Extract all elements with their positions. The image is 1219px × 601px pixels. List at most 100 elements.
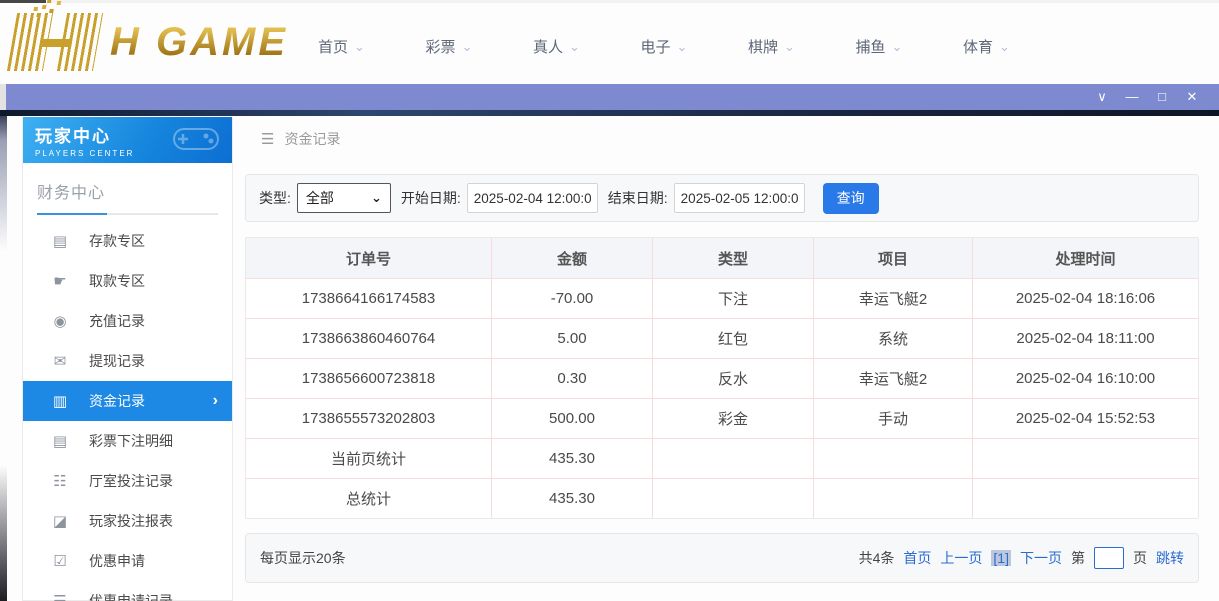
cell-order-no: 1738656600723818 (246, 359, 492, 398)
collapse-icon[interactable]: ∨ (1087, 84, 1117, 110)
sidebar-header: 玩家中心 PLAYERS CENTER (23, 117, 232, 163)
summary-amount: 435.30 (492, 479, 653, 518)
sidebar-section-title: 财务中心 (23, 163, 232, 213)
chart-icon: ◪ (51, 512, 69, 530)
sidebar: 玩家中心 PLAYERS CENTER 财务中心 ▤ 存款专区 ☛ 取款专区 ◉… (22, 117, 233, 601)
cell-order-no: 1738663860460764 (246, 319, 492, 358)
logo-striped-h-icon (5, 13, 107, 71)
table-row: 1738664166174583 -70.00 下注 幸运飞艇2 2025-02… (246, 278, 1198, 318)
nav-item-boardgames[interactable]: 棋牌 ⌄ (748, 36, 795, 57)
summary-empty (814, 479, 973, 518)
cell-project: 系统 (814, 319, 973, 358)
hamburger-menu-icon[interactable]: ☰ (261, 130, 274, 148)
prev-page-link[interactable]: 上一页 (940, 548, 982, 568)
minimize-icon[interactable]: — (1117, 84, 1147, 110)
cell-project: 手动 (814, 399, 973, 438)
nav-item-fishing[interactable]: 捕鱼 ⌄ (856, 36, 903, 57)
column-header: 项目 (814, 238, 973, 278)
nav-item-sports[interactable]: 体育 ⌄ (963, 36, 1010, 57)
pagination-bar: 每页显示20条 共4条 首页 上一页 [1] 下一页 第 页 跳转 (245, 533, 1199, 583)
sidebar-item-label: 存款专区 (89, 231, 145, 251)
jump-prefix-text: 第 (1071, 548, 1085, 568)
withdraw-hand-icon: ☛ (51, 272, 69, 290)
summary-empty (973, 439, 1198, 478)
start-date-input[interactable] (467, 183, 598, 213)
summary-amount: 435.30 (492, 439, 653, 478)
sidebar-item-player-bet-report[interactable]: ◪ 玩家投注报表 (23, 501, 232, 541)
sidebar-item-hall-bet-records[interactable]: ☷ 厅室投注记录 (23, 461, 232, 501)
sidebar-item-withdrawal-records[interactable]: ✉ 提现记录 (23, 341, 232, 381)
cell-amount: 500.00 (492, 399, 653, 438)
chevron-down-icon: ⌄ (999, 40, 1010, 53)
chevron-down-icon: ⌄ (784, 40, 795, 53)
nav-item-live[interactable]: 真人 ⌄ (533, 36, 580, 57)
gamepad-icon (170, 121, 222, 157)
breadcrumb: ☰ 资金记录 (261, 129, 340, 149)
first-page-link[interactable]: 首页 (903, 548, 931, 568)
search-button[interactable]: 查询 (823, 183, 879, 214)
column-header: 类型 (653, 238, 814, 278)
cell-project: 幸运飞艇2 (814, 359, 973, 398)
cell-time: 2025-02-04 18:11:00 (973, 319, 1198, 358)
chevron-down-icon: ⌄ (354, 40, 365, 53)
close-icon[interactable]: ✕ (1177, 84, 1207, 110)
total-count-text: 共4条 (859, 548, 895, 568)
summary-label: 当前页统计 (246, 439, 492, 478)
start-date-label: 开始日期: (401, 188, 461, 208)
sidebar-item-label: 提现记录 (89, 351, 145, 371)
column-header: 金额 (492, 238, 653, 278)
chevron-right-icon: › (213, 392, 218, 410)
sidebar-item-funds-records[interactable]: ▥ 资金记录 › (23, 381, 232, 421)
sidebar-item-deposit-zone[interactable]: ▤ 存款专区 (23, 221, 232, 261)
deposit-card-icon: ▤ (51, 232, 69, 250)
end-date-input[interactable] (674, 183, 805, 213)
list-icon: ☷ (51, 472, 69, 490)
sidebar-item-label: 优惠申请记录 (89, 591, 173, 601)
document-list-icon: ▤ (51, 432, 69, 450)
sidebar-item-label: 资金记录 (89, 391, 145, 411)
nav-label: 真人 (533, 36, 563, 57)
summary-empty (653, 479, 814, 518)
jump-link[interactable]: 跳转 (1156, 548, 1184, 568)
sidebar-item-recharge-records[interactable]: ◉ 充值记录 (23, 301, 232, 341)
per-page-text: 每页显示20条 (260, 548, 346, 568)
window-titlebar: ∨ — □ ✕ (6, 84, 1219, 110)
sidebar-item-label: 充值记录 (89, 311, 145, 331)
nav-item-lottery[interactable]: 彩票 ⌄ (426, 36, 473, 57)
sidebar-item-promo-apply[interactable]: ☑ 优惠申请 (23, 541, 232, 581)
section-underline (37, 213, 218, 215)
sidebar-item-lottery-bet-details[interactable]: ▤ 彩票下注明细 (23, 421, 232, 461)
cell-order-no: 1738664166174583 (246, 279, 492, 318)
table-row: 1738663860460764 5.00 红包 系统 2025-02-04 1… (246, 318, 1198, 358)
maximize-icon[interactable]: □ (1147, 84, 1177, 110)
nav-label: 彩票 (426, 36, 456, 57)
sidebar-item-withdraw-zone[interactable]: ☛ 取款专区 (23, 261, 232, 301)
main-panel: ☰ 资金记录 类型: 全部 ⌄ 开始日期: 结束日期: 查询 订单号 金额 类型… (245, 117, 1199, 601)
cell-order-no: 1738655573202803 (246, 399, 492, 438)
page-number-input[interactable] (1094, 547, 1124, 569)
chevron-down-icon: ⌄ (371, 190, 382, 206)
nav-item-home[interactable]: 首页 ⌄ (318, 36, 365, 57)
nav-item-slots[interactable]: 电子 ⌄ (641, 36, 688, 57)
nav-label: 捕鱼 (856, 36, 886, 57)
cell-type: 下注 (653, 279, 814, 318)
cell-type: 彩金 (653, 399, 814, 438)
end-date-label: 结束日期: (608, 188, 668, 208)
chevron-down-icon: ⌄ (569, 40, 580, 53)
nav-label: 首页 (318, 36, 348, 57)
funds-icon: ▥ (51, 392, 69, 410)
table-header-row: 订单号 金额 类型 项目 处理时间 (246, 238, 1198, 278)
filter-bar: 类型: 全部 ⌄ 开始日期: 结束日期: 查询 (245, 174, 1199, 222)
current-page-indicator: [1] (991, 550, 1011, 566)
type-select-value: 全部 (306, 188, 334, 208)
sidebar-item-label: 取款专区 (89, 271, 145, 291)
nav-label: 电子 (641, 36, 671, 57)
sidebar-item-promo-apply-records[interactable]: ☰ 优惠申请记录 (23, 581, 232, 601)
chevron-down-icon: ⌄ (677, 40, 688, 53)
nav-label: 棋牌 (748, 36, 778, 57)
type-select[interactable]: 全部 ⌄ (297, 183, 391, 213)
summary-label: 总统计 (246, 479, 492, 518)
summary-empty (653, 439, 814, 478)
next-page-link[interactable]: 下一页 (1020, 548, 1062, 568)
list-icon: ☰ (51, 592, 69, 601)
